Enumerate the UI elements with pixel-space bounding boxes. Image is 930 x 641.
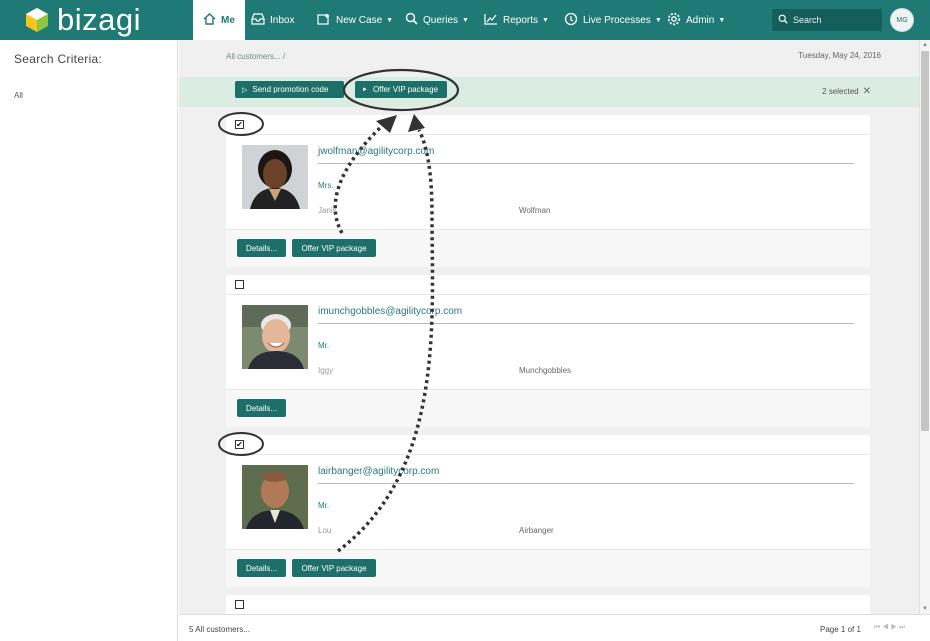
reports-icon [484, 13, 498, 28]
card-actions: Details... Offer VIP package [226, 549, 870, 587]
card-actions: Details... [226, 389, 870, 427]
brand-name: bizagi [57, 2, 141, 37]
bizagi-logo[interactable]: bizagi [25, 2, 141, 37]
chevron-down-icon: ▼ [386, 16, 394, 24]
card-select-row: ✔ [226, 435, 870, 455]
nav-reports-label: Reports [503, 14, 539, 26]
customer-last-name: Wolfman [519, 206, 551, 215]
customer-title: Mr. [318, 501, 330, 510]
scrollbar-thumb[interactable] [921, 51, 929, 431]
inbox-icon [251, 12, 265, 28]
selection-count: 2 selected ✕ [822, 86, 871, 97]
user-avatar[interactable]: MG [890, 8, 914, 32]
chevron-down-icon: ▼ [542, 16, 549, 24]
offer-vip-package-button[interactable]: Offer VIP package [292, 559, 376, 577]
criteria-filter-all[interactable]: All [14, 91, 23, 100]
new-case-icon [317, 13, 331, 28]
customer-email[interactable]: imunchgobbles@agilitycorp.com [318, 306, 462, 317]
details-button[interactable]: Details... [237, 559, 286, 577]
search-icon [778, 14, 788, 26]
nav-new-case-label: New Case [336, 14, 383, 26]
search-placeholder: Search [793, 15, 822, 25]
scroll-up-icon[interactable]: ▲ [922, 42, 928, 48]
customer-email[interactable]: lairbanger@agilitycorp.com [318, 466, 439, 477]
card-checkbox[interactable] [235, 600, 244, 609]
play-icon: ► [362, 86, 368, 93]
card-select-row [226, 595, 870, 614]
customer-photo [242, 145, 308, 209]
details-button[interactable]: Details... [237, 239, 286, 257]
nav-me-label: Me [221, 14, 235, 26]
card-select-row: ✔ [226, 115, 870, 135]
chevron-down-icon: ▼ [718, 16, 726, 24]
search-criteria-title: Search Criteria: [14, 52, 103, 66]
card-checkbox[interactable]: ✔ [235, 440, 244, 449]
customer-card: ✔ lairbanger@agilitycorp.com Mr. Lou Air… [226, 435, 870, 587]
card-checkbox[interactable] [235, 280, 244, 289]
offer-vip-package-button[interactable]: Offer VIP package [292, 239, 376, 257]
card-select-row [226, 275, 870, 295]
play-icon: ▷ [242, 86, 248, 94]
nav-me[interactable]: Me [193, 0, 245, 40]
divider [318, 323, 854, 324]
nav-admin[interactable]: Admin ▼ [667, 0, 725, 40]
customer-title: Mrs. [318, 181, 334, 190]
live-processes-icon [564, 12, 578, 29]
nav-queries[interactable]: Queries ▼ [405, 0, 469, 40]
customer-title: Mr. [318, 341, 330, 350]
nav-live-processes-label: Live Processes [583, 14, 651, 26]
nav-queries-label: Queries [423, 14, 459, 26]
vertical-scrollbar[interactable]: ▲ ▼ [919, 40, 930, 614]
nav-new-case[interactable]: New Case ▼ [317, 0, 393, 40]
search-icon [405, 12, 418, 28]
nav-reports[interactable]: Reports ▼ [484, 0, 549, 40]
last-page-icon[interactable]: ⏭ [899, 624, 907, 631]
customer-card: imunchgobbles@agilitycorp.com Mr. Iggy M… [226, 275, 870, 427]
main-content: All customers... / Tuesday, May 24, 2016… [179, 40, 919, 614]
divider [318, 483, 854, 484]
home-icon [203, 12, 216, 28]
nav-live-processes[interactable]: Live Processes ▼ [564, 0, 662, 40]
selected-count-label: 2 selected [822, 87, 859, 96]
bizagi-logo-icon [26, 8, 48, 32]
search-criteria-panel: Search Criteria: All [0, 40, 178, 641]
card-checkbox[interactable]: ✔ [235, 120, 244, 129]
scroll-down-icon[interactable]: ▼ [922, 606, 928, 612]
customer-first-name: Janis [318, 206, 337, 215]
nav-inbox[interactable]: Inbox [251, 0, 294, 40]
customer-last-name: Airbanger [519, 526, 554, 535]
results-footer: 5 All customers... Page 1 of 1 ⏮◀▶⏭ [179, 614, 930, 641]
customer-email[interactable]: jwolfman@agilitycorp.com [318, 146, 434, 157]
gear-icon [667, 12, 681, 29]
next-page-icon[interactable]: ▶ [891, 624, 899, 631]
customer-photo [242, 465, 308, 529]
customer-card: ✔ jwolfman@agilitycorp.com Mrs. Janis Wo… [226, 115, 870, 267]
send-promotion-code-button[interactable]: ▷ Send promotion code [235, 81, 344, 98]
customer-first-name: Iggy [318, 366, 334, 375]
previous-page-icon[interactable]: ◀ [882, 624, 890, 631]
chevron-down-icon: ▼ [462, 16, 469, 24]
card-actions: Details... Offer VIP package [226, 229, 870, 267]
page-indicator: Page 1 of 1 [820, 625, 861, 634]
customer-photo [242, 305, 308, 369]
top-navigation-bar: bizagi Me Inbox New Case ▼ Queries ▼ Rep… [0, 0, 930, 40]
breadcrumb[interactable]: All customers... / [226, 52, 285, 61]
nav-admin-label: Admin [686, 14, 715, 26]
details-button[interactable]: Details... [237, 399, 286, 417]
customer-card [226, 595, 870, 614]
pagination-controls[interactable]: ⏮◀▶⏭ [874, 624, 907, 632]
customer-last-name: Munchgobbles [519, 366, 572, 375]
close-icon[interactable]: ✕ [863, 86, 871, 97]
chevron-down-icon: ▼ [654, 16, 662, 24]
search-input[interactable]: Search [772, 9, 882, 31]
divider [318, 163, 854, 164]
offer-vip-package-button[interactable]: ► Offer VIP package [355, 81, 447, 98]
customer-first-name: Lou [318, 526, 332, 535]
nav-inbox-label: Inbox [270, 14, 295, 26]
results-count: 5 All customers... [189, 625, 250, 634]
current-date: Tuesday, May 24, 2016 [798, 51, 881, 60]
offer-vip-package-label: Offer VIP package [372, 85, 439, 94]
send-promotion-code-label: Send promotion code [252, 85, 329, 94]
